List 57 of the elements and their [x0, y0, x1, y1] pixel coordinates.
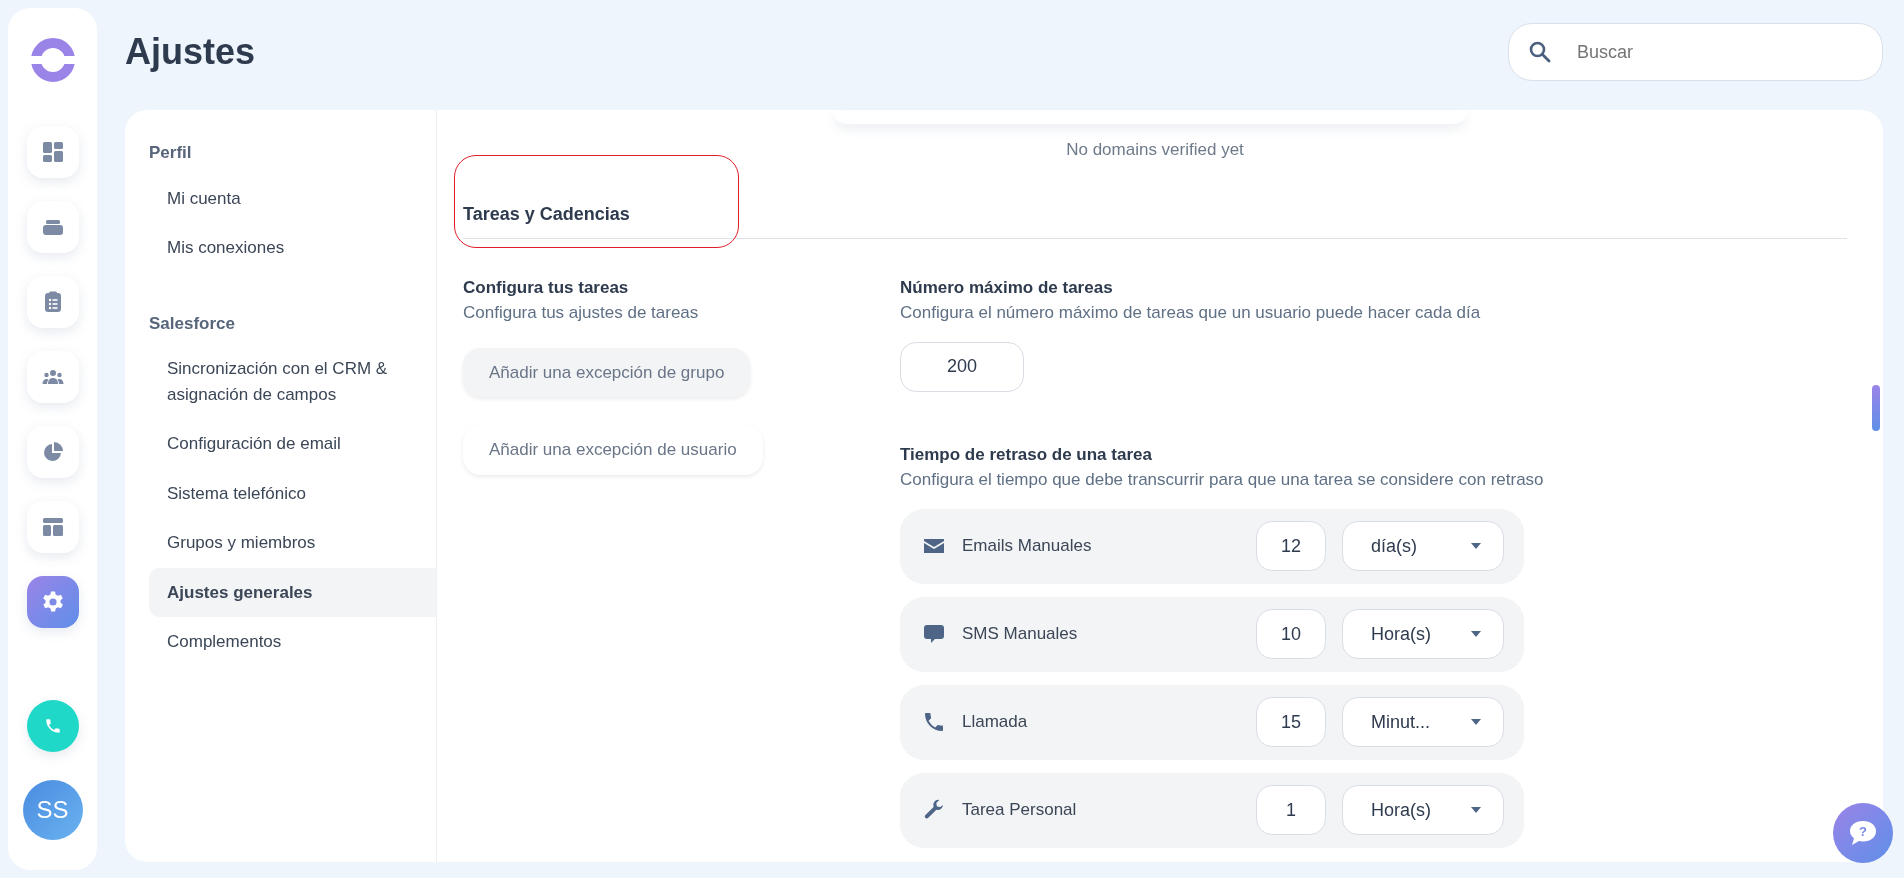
number-field[interactable]: 200: [900, 341, 1024, 392]
add-exception-button[interactable]: Añadir una excepción de usuario: [463, 425, 763, 475]
speech-bubble-icon: [922, 622, 946, 646]
nav-button[interactable]: [26, 276, 79, 328]
nav-button[interactable]: [26, 501, 79, 553]
caret-icon: [1471, 631, 1481, 637]
section-description: Configura tus ajustes de tareas: [463, 302, 700, 324]
unit-dropdown[interactable]: Hora(s): [1342, 609, 1504, 659]
menu-section-title: Salesforce: [149, 312, 236, 335]
caret-icon: [1471, 807, 1481, 813]
scrollbar-thumb[interactable]: [1872, 385, 1880, 431]
caret-icon: [1471, 543, 1481, 549]
menu-item[interactable]: Sistema telefónico: [149, 468, 436, 518]
delay-label: Tarea Personal: [962, 799, 1078, 822]
menu-item[interactable]: Complementos: [149, 617, 436, 667]
amount-field[interactable]: 1: [1256, 785, 1326, 835]
unit-dropdown[interactable]: Minut...: [1342, 697, 1504, 747]
delay-label: SMS Manuales: [962, 623, 1079, 646]
nav-button[interactable]: [26, 351, 79, 403]
caret-icon: [1471, 719, 1481, 725]
page-title: Ajustes: [125, 30, 256, 74]
unit-dropdown[interactable]: día(s): [1342, 521, 1504, 571]
nav-button[interactable]: [26, 201, 79, 253]
menu-item[interactable]: Mi cuenta: [149, 173, 436, 223]
phone-button[interactable]: [26, 700, 79, 752]
phone-icon: [43, 717, 62, 735]
delay-label: Llamada: [962, 711, 1029, 734]
section-description: Configura el tiempo que debe transcurrir para que una tarea se considere con retraso: [900, 469, 1544, 491]
menu-item[interactable]: Configuración de email: [149, 419, 436, 469]
layout-icon: [40, 515, 65, 539]
section-heading: Tiempo de retraso de una tarea: [900, 443, 1153, 466]
search-field[interactable]: Buscar: [1508, 23, 1883, 81]
amount-field[interactable]: 10: [1256, 609, 1326, 659]
menu-section-title: Perfil: [149, 142, 193, 164]
domains-note: No domains verified yet: [1065, 139, 1245, 161]
wrench-icon: [922, 798, 946, 822]
menu-item[interactable]: Grupos y miembros: [149, 518, 436, 568]
nav-button[interactable]: [26, 426, 79, 478]
amount-field[interactable]: 15: [1256, 697, 1326, 747]
menu-item[interactable]: Ajustes generales: [149, 567, 436, 617]
logo[interactable]: [28, 36, 77, 84]
unit-dropdown[interactable]: Hora(s): [1342, 785, 1504, 835]
amount-field[interactable]: 12: [1256, 521, 1326, 571]
add-exception-button[interactable]: Añadir una excepción de grupo: [463, 347, 751, 397]
search-icon: [1528, 40, 1552, 64]
menu-item[interactable]: Mis conexiones: [149, 223, 436, 273]
nav-button[interactable]: [26, 126, 79, 178]
section-heading: Número máximo de tareas: [900, 276, 1114, 299]
phone-icon: [922, 710, 946, 734]
nav-button[interactable]: [26, 576, 79, 628]
dashboard-icon: [40, 140, 65, 164]
help-chat-icon: ?: [1848, 820, 1878, 846]
menu-item[interactable]: Sincronización con el CRM & asignación de campos: [149, 344, 436, 419]
section-title: Tareas y Cadencias: [463, 200, 1847, 239]
section-heading: Configura tus tareas: [463, 276, 630, 299]
section-description: Configura el número máximo de tareas que un usuario puede hacer cada día: [900, 302, 1482, 324]
delay-label: Emails Manuales: [962, 535, 1093, 558]
